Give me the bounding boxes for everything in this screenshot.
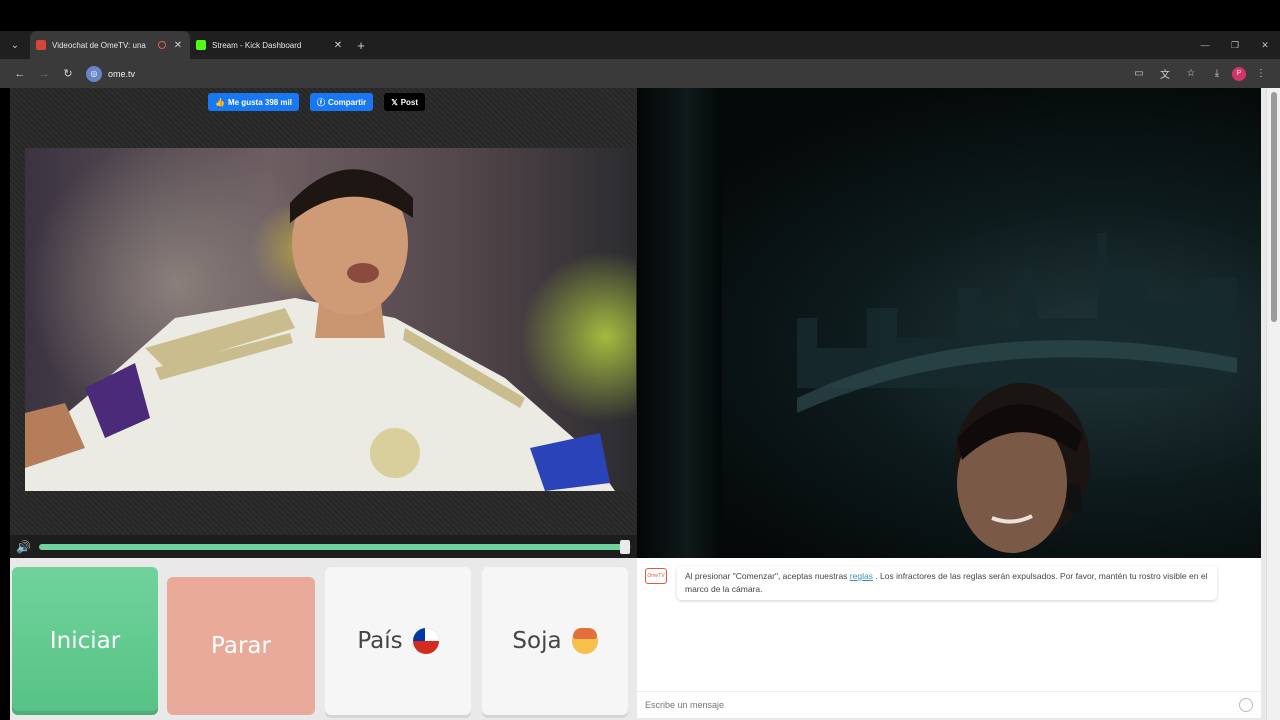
start-button[interactable]: Iniciar xyxy=(12,567,158,715)
volume-knob[interactable] xyxy=(620,539,631,554)
window-controls: — ❐ ✕ xyxy=(1190,40,1280,51)
tab-title: Videochat de OmeTV: una xyxy=(52,40,146,50)
restore-icon[interactable]: ❐ xyxy=(1220,40,1250,51)
tab-kick-dashboard[interactable]: Stream - Kick Dashboard ✕ xyxy=(190,31,350,59)
stop-button[interactable]: Parar xyxy=(167,577,315,715)
country-button[interactable]: País xyxy=(325,567,471,715)
close-tab-icon[interactable]: ✕ xyxy=(172,40,184,51)
tab-search-button[interactable]: ⌄ xyxy=(0,31,30,59)
url-text: ome.tv xyxy=(108,68,136,79)
scrollbar-thumb[interactable] xyxy=(1271,92,1277,322)
profile-avatar[interactable]: P xyxy=(1232,66,1246,81)
left-edge xyxy=(0,88,10,720)
ometv-logo-icon: OmeTV xyxy=(645,568,667,584)
gender-button[interactable]: Soja xyxy=(482,567,628,715)
camera-scene xyxy=(777,233,1237,553)
video-controls: 🔊 xyxy=(10,535,637,558)
menu-kebab-icon[interactable]: ⋮ xyxy=(1250,68,1272,79)
facebook-share-button[interactable]: ⓕ Compartir xyxy=(310,93,374,111)
kick-favicon-icon xyxy=(196,40,206,50)
facebook-like-button[interactable]: 👍 Me gusta 398 mil xyxy=(208,93,299,111)
browser-tab-strip: ⌄ Videochat de OmeTV: una ✕ Stream - Kic… xyxy=(0,31,1280,59)
self-camera-video xyxy=(637,88,1261,558)
volume-fill xyxy=(38,543,626,550)
facebook-icon: ⓕ xyxy=(317,97,325,107)
back-icon[interactable]: ← xyxy=(8,68,32,80)
stranger-video-frame xyxy=(25,148,636,491)
cast-icon[interactable]: ▭ xyxy=(1128,68,1150,79)
chat-input-bar xyxy=(637,691,1261,718)
gender-label: Soja xyxy=(512,628,562,654)
chat-panel: OmeTV Al presionar "Comenzar", aceptas n… xyxy=(637,558,1261,718)
notice-text-start: Al presionar "Comenzar", aceptas nuestra… xyxy=(685,571,850,581)
download-icon[interactable]: ⤓ xyxy=(1206,68,1228,79)
volume-icon[interactable]: 🔊 xyxy=(16,540,31,554)
gmail-favicon-icon xyxy=(36,40,46,50)
page-content: 👍 Me gusta 398 mil ⓕ Compartir 𝕏 Post 🔊 … xyxy=(0,88,1280,720)
share-label: Compartir xyxy=(328,97,367,107)
browser-toolbar: ← → ↻ ◎ ome.tv ▭ 文 ☆ ⤓ P ⋮ xyxy=(0,59,1280,88)
country-label: País xyxy=(357,628,403,654)
rules-link[interactable]: reglas xyxy=(850,571,873,581)
reload-icon[interactable]: ↻ xyxy=(56,67,80,80)
post-label: Post xyxy=(400,97,419,107)
person-emoji-icon xyxy=(571,628,598,654)
page-scrollbar[interactable] xyxy=(1266,88,1280,720)
site-info-icon[interactable]: ◎ xyxy=(86,65,102,82)
minimize-icon[interactable]: — xyxy=(1190,40,1220,51)
address-bar[interactable]: ◎ ome.tv xyxy=(86,63,1128,85)
chile-flag-icon xyxy=(412,628,439,654)
volume-slider[interactable] xyxy=(38,539,631,554)
screen-top-band xyxy=(0,0,1280,31)
footballer-photo xyxy=(25,169,615,491)
control-buttons: Iniciar Parar País Soja xyxy=(10,567,630,717)
x-post-button[interactable]: 𝕏 Post xyxy=(384,93,426,111)
thumbs-up-icon: 👍 xyxy=(215,97,225,107)
x-logo-icon: 𝕏 xyxy=(391,97,398,107)
like-label: Me gusta 398 mil xyxy=(227,97,292,107)
stranger-video: 👍 Me gusta 398 mil ⓕ Compartir 𝕏 Post xyxy=(10,88,637,558)
rules-notice: Al presionar "Comenzar", aceptas nuestra… xyxy=(677,566,1217,600)
tab-ometv[interactable]: Videochat de OmeTV: una ✕ xyxy=(30,31,190,59)
chat-message-input[interactable] xyxy=(645,700,1239,710)
bookmark-star-icon[interactable]: ☆ xyxy=(1180,68,1202,79)
social-buttons: 👍 Me gusta 398 mil ⓕ Compartir 𝕏 Post xyxy=(208,93,426,111)
recording-indicator-icon xyxy=(158,41,166,49)
tab-title: Stream - Kick Dashboard xyxy=(212,40,302,50)
close-tab-icon[interactable]: ✕ xyxy=(332,40,344,51)
close-window-icon[interactable]: ✕ xyxy=(1250,40,1280,51)
new-tab-button[interactable]: + xyxy=(350,38,372,53)
forward-icon[interactable]: → xyxy=(32,68,56,80)
translate-icon[interactable]: 文 xyxy=(1154,66,1176,81)
emoji-icon[interactable] xyxy=(1239,698,1253,712)
